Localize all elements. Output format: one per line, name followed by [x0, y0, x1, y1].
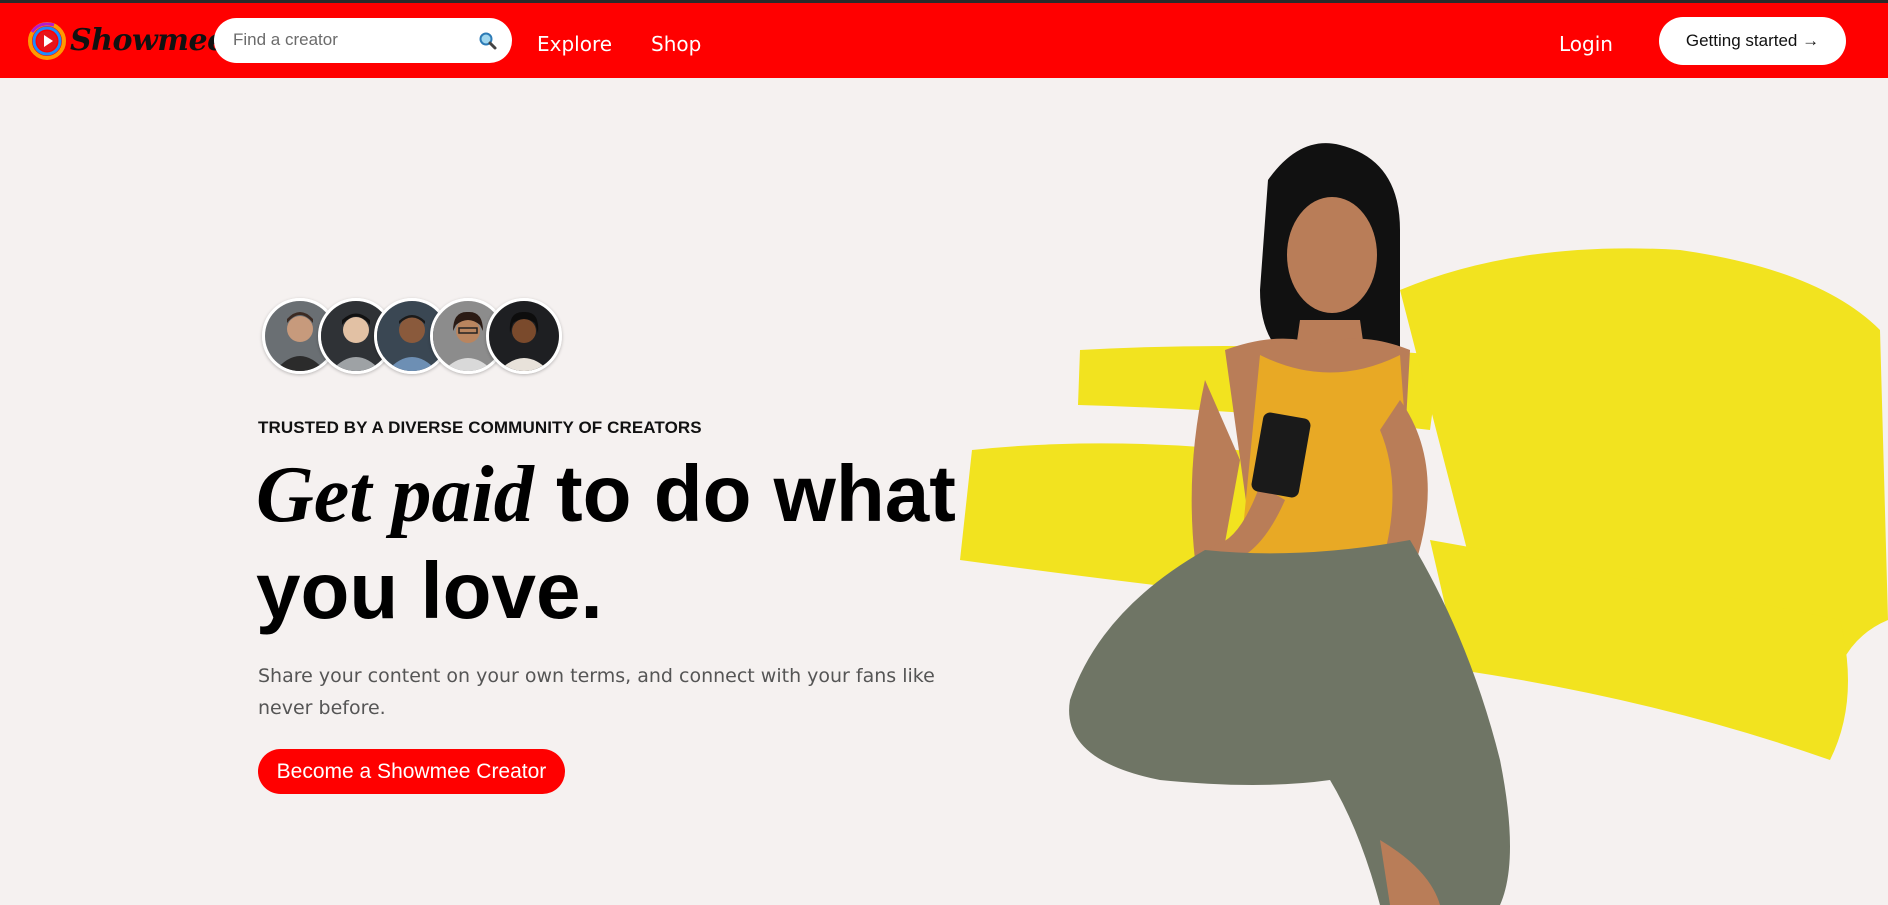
become-creator-button[interactable]: Become a Showmee Creator: [258, 749, 565, 794]
hero-illustration: [960, 143, 1888, 905]
nav-shop-link[interactable]: Shop: [651, 32, 701, 56]
brand-name: Showmee: [70, 22, 226, 58]
creator-avatars: [262, 298, 574, 374]
hero-subtitle: Share your content on your own terms, an…: [258, 665, 935, 719]
top-navbar: Showmee Explore Shop Login Getting start…: [0, 0, 1888, 78]
brand-logo[interactable]: Showmee: [26, 17, 226, 63]
search-input[interactable]: [233, 28, 473, 52]
creator-avatar-5: [486, 298, 562, 374]
search-bar: [214, 18, 512, 63]
nav-explore-link[interactable]: Explore: [537, 32, 612, 56]
nav-login-link[interactable]: Login: [1559, 32, 1613, 56]
headline-italic: Get paid: [256, 451, 534, 539]
search-icon[interactable]: [478, 31, 498, 51]
getting-started-button[interactable]: Getting started →: [1659, 17, 1846, 65]
hero-headline: Get paid to do what you love.: [256, 446, 956, 639]
play-logo-icon: [28, 22, 66, 60]
trusted-tagline: TRUSTED BY A DIVERSE COMMUNITY OF CREATO…: [258, 418, 702, 437]
